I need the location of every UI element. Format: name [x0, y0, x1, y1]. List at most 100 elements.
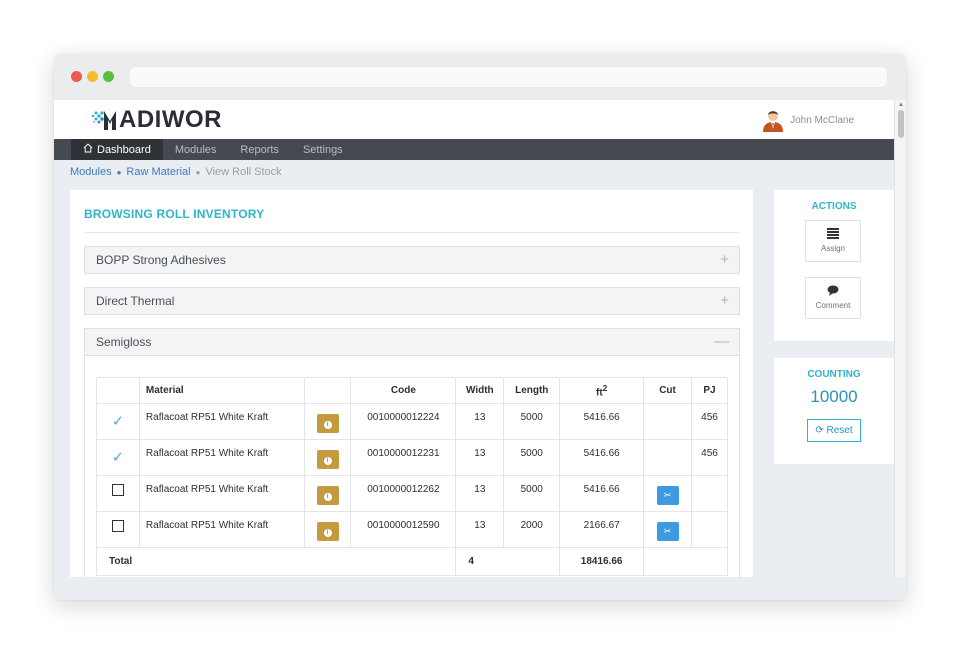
code-cell: 0010000012224	[350, 403, 457, 440]
row-select-cell	[96, 511, 140, 548]
ft2-cell: 2166.67	[559, 511, 645, 548]
accordion-direct-thermal[interactable]: Direct Thermal +	[84, 287, 740, 315]
cut-button[interactable]: ✂	[656, 522, 679, 541]
row-checkbox[interactable]	[111, 520, 124, 532]
pj-cell: 456	[691, 403, 728, 440]
user-name: John McClane	[790, 114, 854, 126]
total-ft2-cell: 18416.66	[559, 547, 645, 576]
column-header-info	[303, 377, 352, 404]
breadcrumb-separator: ●	[116, 167, 122, 177]
cut-cell: ✂	[643, 475, 692, 512]
material-cell: Raflacoat RP51 White Kraft	[138, 475, 305, 512]
code-cell: 0010000012590	[350, 511, 457, 548]
maximize-window-dot[interactable]	[103, 71, 114, 82]
info-button[interactable]: i	[316, 450, 339, 469]
info-cell: i	[303, 511, 352, 548]
close-window-dot[interactable]	[71, 71, 82, 82]
accordion-label: Semigloss	[96, 335, 152, 349]
table-header-row: Material Code Width Length ft2 Cut PJ	[96, 377, 728, 404]
table-row: ✓ Raflacoat RP51 White Kraft i 001000001…	[96, 439, 728, 476]
minimize-window-dot[interactable]	[87, 71, 98, 82]
logo-mark-icon	[90, 108, 118, 132]
vertical-scrollbar[interactable]: ▲	[894, 100, 906, 577]
column-header-code[interactable]: Code	[350, 377, 457, 404]
nav-label: Modules	[174, 143, 217, 156]
material-cell: Raflacoat RP51 White Kraft	[138, 511, 305, 548]
info-button[interactable]: i	[316, 486, 339, 505]
breadcrumb-separator: ●	[195, 167, 201, 177]
column-header-width[interactable]: Width	[455, 377, 505, 404]
address-bar[interactable]	[130, 67, 887, 87]
cut-cell	[643, 403, 692, 440]
panel-title: BROWSING ROLL INVENTORY	[84, 207, 265, 221]
assign-label: Assign	[820, 244, 845, 253]
cut-button[interactable]: ✂	[656, 486, 679, 505]
checkmark-icon[interactable]: ✓	[112, 449, 125, 466]
column-header-pj[interactable]: PJ	[691, 377, 728, 404]
nav-item-reports[interactable]: Reports	[228, 139, 291, 160]
breadcrumb-link-modules[interactable]: Modules	[70, 166, 112, 178]
logo-text: ADIWOR	[119, 106, 222, 133]
nav-label: Reports	[240, 143, 279, 156]
row-checkbox[interactable]	[111, 484, 124, 496]
main-navbar: Dashboard Modules Reports Settings	[54, 139, 894, 160]
nav-item-dashboard[interactable]: Dashboard	[71, 139, 163, 160]
total-label: Total	[95, 547, 457, 576]
pj-cell	[691, 511, 728, 548]
expand-icon[interactable]: +	[720, 292, 729, 309]
app-header: ADIWOR John McClane	[54, 100, 894, 139]
row-select-cell: ✓	[96, 403, 140, 440]
actions-panel: ACTIONS Assign Comment	[774, 190, 894, 341]
width-cell: 13	[455, 475, 505, 512]
breadcrumb-current: View Roll Stock	[205, 166, 282, 178]
count-value: 10000	[810, 387, 858, 406]
user-menu[interactable]: John McClane	[762, 108, 854, 132]
scrollbar-thumb[interactable]	[898, 110, 904, 138]
row-select-cell	[96, 475, 140, 512]
nav-label: Dashboard	[97, 143, 151, 156]
column-header-material[interactable]: Material	[138, 377, 305, 404]
roll-inventory-table: Material Code Width Length ft2 Cut PJ ✓ …	[95, 377, 728, 576]
home-icon	[83, 143, 93, 156]
app-logo[interactable]: ADIWOR	[90, 106, 222, 133]
counting-panel: COUNTING 10000 ⟳ Reset	[774, 358, 894, 464]
nav-item-modules[interactable]: Modules	[163, 139, 229, 160]
breadcrumb-link-raw-material[interactable]: Raw Material	[126, 166, 190, 178]
pj-cell	[691, 475, 728, 512]
accordion-label: Direct Thermal	[96, 294, 175, 308]
speech-bubble-icon	[806, 285, 860, 299]
info-cell: i	[303, 439, 352, 476]
width-cell: 13	[455, 403, 505, 440]
length-cell: 5000	[503, 403, 561, 440]
column-header-cut[interactable]: Cut	[643, 377, 692, 404]
browser-window: ADIWOR John McClane Dashboard Modules Re…	[54, 54, 906, 600]
info-button[interactable]: i	[316, 522, 339, 541]
avatar	[762, 108, 784, 132]
length-cell: 2000	[503, 511, 561, 548]
counting-title: COUNTING	[807, 369, 861, 380]
scroll-up-icon[interactable]: ▲	[898, 102, 904, 108]
browser-chrome	[54, 54, 906, 100]
comment-label: Comment	[815, 301, 851, 310]
reset-button[interactable]: ⟳ Reset	[807, 419, 861, 442]
collapse-icon[interactable]: —	[714, 333, 729, 350]
length-cell: 5000	[503, 475, 561, 512]
assign-button[interactable]: Assign	[805, 220, 861, 262]
ft2-cell: 5416.66	[559, 475, 645, 512]
info-button[interactable]: i	[316, 414, 339, 433]
accordion-bopp-strong-adhesives[interactable]: BOPP Strong Adhesives +	[84, 246, 740, 274]
column-header-ft2[interactable]: ft2	[559, 377, 645, 404]
material-cell: Raflacoat RP51 White Kraft	[138, 403, 305, 440]
ft2-cell: 5416.66	[559, 403, 645, 440]
ft2-superscript: 2	[602, 382, 608, 393]
material-cell: Raflacoat RP51 White Kraft	[138, 439, 305, 476]
checkmark-icon[interactable]: ✓	[112, 413, 125, 430]
table-total-row: Total 4 18416.66	[95, 547, 728, 576]
total-empty-cell	[643, 547, 728, 576]
nav-item-settings[interactable]: Settings	[291, 139, 355, 160]
comment-button[interactable]: Comment	[805, 277, 861, 319]
column-header-length[interactable]: Length	[503, 377, 561, 404]
expand-icon[interactable]: +	[720, 251, 729, 268]
accordion-semigloss[interactable]: Semigloss —	[84, 328, 740, 356]
length-cell: 5000	[503, 439, 561, 476]
